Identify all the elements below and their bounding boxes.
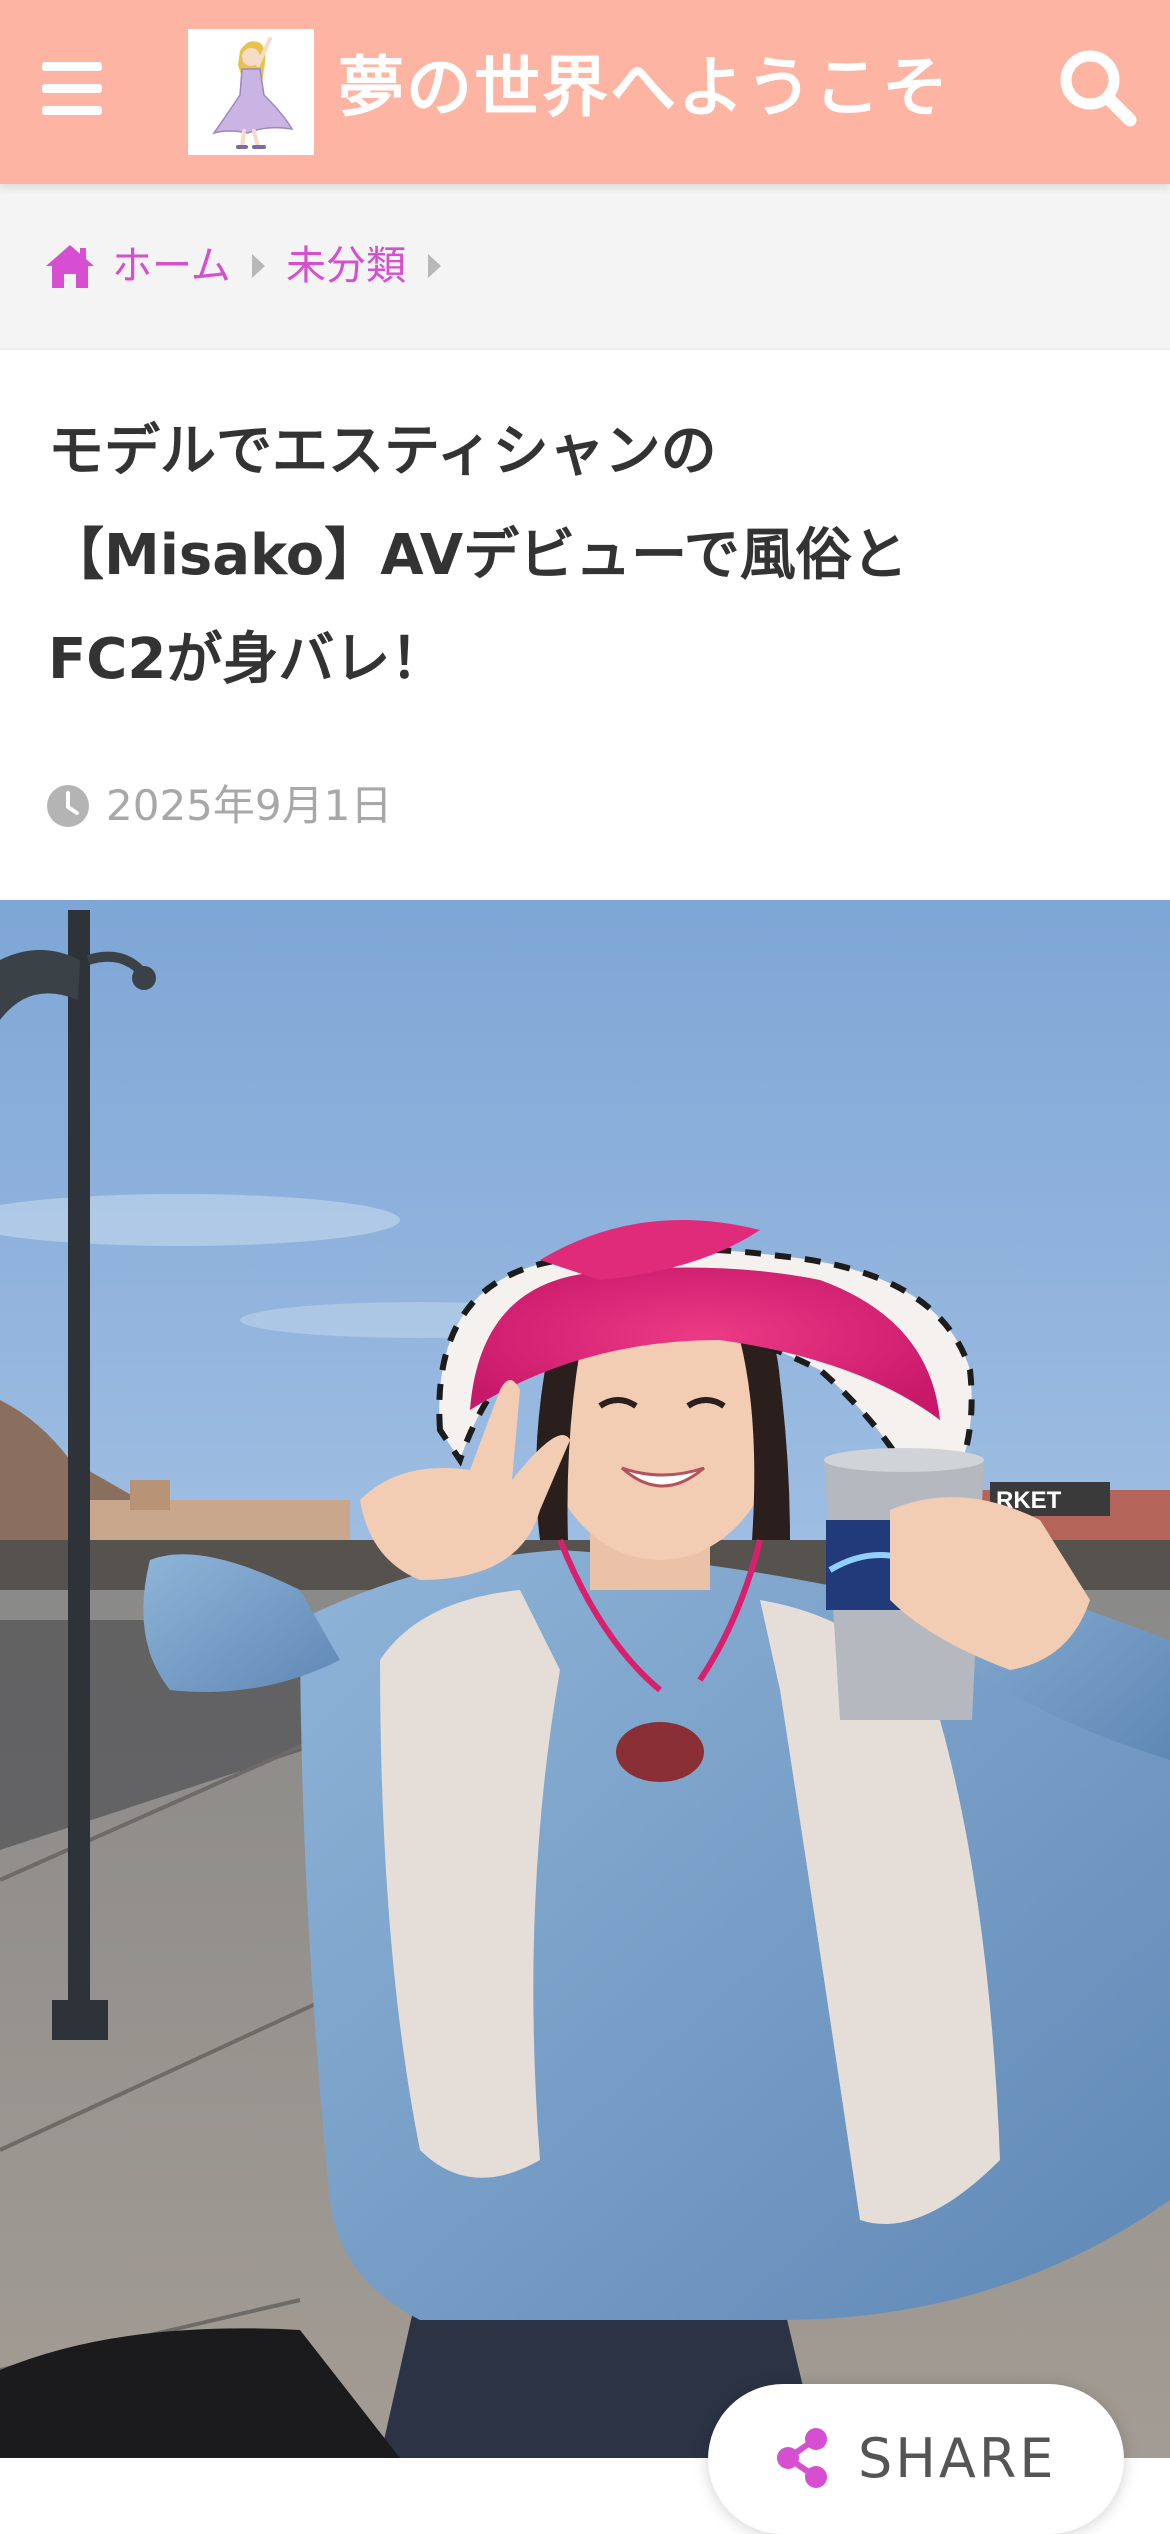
article-title-line: モデルでエスティシャンの bbox=[48, 419, 717, 484]
menu-bar bbox=[42, 105, 102, 115]
search-icon[interactable] bbox=[1052, 42, 1144, 134]
share-button[interactable]: SHARE bbox=[708, 2384, 1124, 2534]
hamburger-menu-icon[interactable] bbox=[28, 44, 116, 132]
breadcrumb-home-link[interactable]: ホーム bbox=[112, 234, 231, 298]
logo-illustration bbox=[188, 29, 314, 155]
menu-bar bbox=[42, 61, 102, 71]
breadcrumb-separator-icon bbox=[252, 254, 265, 278]
article-title-line: 【Misako】AVデビューで風俗と bbox=[48, 523, 908, 588]
featured-image[interactable]: RKET bbox=[0, 900, 1170, 2458]
publish-date: 2025年9月1日 bbox=[106, 781, 393, 830]
clock-icon bbox=[47, 785, 89, 827]
breadcrumb-category-link[interactable]: 未分類 bbox=[286, 234, 406, 298]
site-title[interactable]: 夢の世界へようこそ bbox=[338, 38, 950, 138]
article-title: モデルでエスティシャンの 【Misako】AVデビューで風俗と FC2が身バレ！ bbox=[48, 400, 1122, 712]
article-title-line: FC2が身バレ！ bbox=[48, 627, 447, 692]
share-button-label: SHARE bbox=[858, 2427, 1057, 2490]
site-header: 夢の世界へようこそ bbox=[0, 0, 1170, 184]
home-icon[interactable] bbox=[44, 242, 96, 290]
site-logo[interactable] bbox=[188, 29, 314, 155]
breadcrumb-separator-icon bbox=[428, 254, 441, 278]
share-icon bbox=[777, 2428, 827, 2488]
featured-photo-illustration: RKET bbox=[0, 900, 1170, 2458]
breadcrumb: ホーム 未分類 bbox=[0, 184, 1170, 350]
menu-bar bbox=[42, 83, 102, 93]
search-icon-graphic bbox=[1060, 50, 1137, 127]
